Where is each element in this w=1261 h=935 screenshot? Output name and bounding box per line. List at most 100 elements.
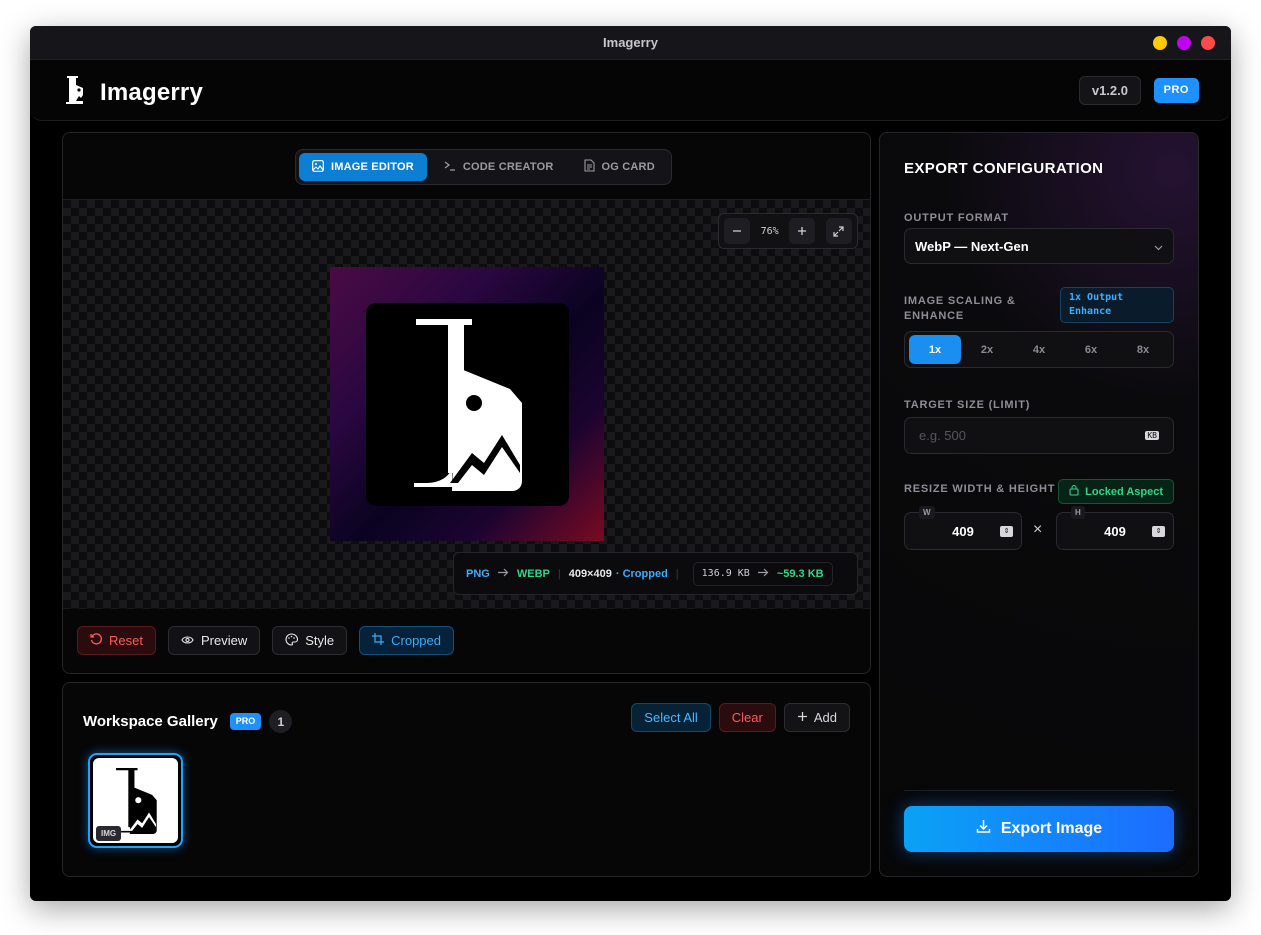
- arrow-right-icon: [497, 568, 509, 580]
- image-canvas[interactable]: 76% PNG WEBP | 409×409 · Cropped | 136.9…: [63, 199, 870, 609]
- source-format: PNG: [466, 567, 490, 580]
- gallery-actions: Select All Clear Add: [631, 703, 850, 732]
- export-image-button[interactable]: Export Image: [904, 806, 1174, 852]
- tab-og-card[interactable]: OG CARD: [571, 153, 668, 181]
- scaling-label: IMAGE SCALING & ENHANCE: [904, 295, 1016, 322]
- scale-option-1x[interactable]: 1x: [909, 335, 961, 364]
- width-stepper[interactable]: ⇕: [1000, 526, 1013, 537]
- locked-aspect-toggle[interactable]: Locked Aspect: [1058, 479, 1174, 504]
- gallery-title: Workspace Gallery: [83, 713, 218, 730]
- export-title: EXPORT CONFIGURATION: [904, 160, 1104, 177]
- height-stepper[interactable]: ⇕: [1152, 526, 1165, 537]
- editor-panel: IMAGE EDITOR CODE CREATOR OG CARD 76% PN…: [62, 132, 871, 674]
- locked-aspect-label: Locked Aspect: [1085, 485, 1163, 498]
- conversion-info: PNG WEBP | 409×409 · Cropped | 136.9 KB …: [453, 552, 858, 595]
- preview-label: Preview: [200, 633, 248, 648]
- logo-mark-icon: [114, 767, 157, 834]
- title-bar: Imagerry: [30, 26, 1231, 60]
- scale-option-4x[interactable]: 4x: [1013, 335, 1065, 364]
- zoom-out-button[interactable]: [724, 218, 750, 244]
- close-button[interactable]: [1201, 36, 1215, 50]
- crop-icon: [372, 633, 385, 648]
- plus-icon: [797, 710, 808, 725]
- height-value: 409: [1104, 523, 1126, 539]
- workspace-gallery: Workspace Gallery PRO 1 Select All Clear…: [62, 682, 871, 877]
- resize-label: RESIZE WIDTH & HEIGHT: [904, 483, 1056, 495]
- crop-button[interactable]: Cropped: [359, 626, 454, 655]
- divider: [904, 790, 1174, 791]
- editor-tabs: IMAGE EDITOR CODE CREATOR OG CARD: [295, 149, 672, 185]
- version-badge: v1.2.0: [1078, 76, 1141, 105]
- eye-icon: [181, 633, 194, 648]
- enhance-badge: 1x Output Enhance: [1060, 287, 1174, 323]
- clear-button[interactable]: Clear: [718, 703, 776, 732]
- gallery-header: Workspace Gallery PRO 1: [83, 710, 293, 733]
- app-header: Imagerry v1.2.0 PRO: [30, 60, 1231, 121]
- reset-button[interactable]: Reset: [77, 626, 156, 655]
- export-panel: EXPORT CONFIGURATION OUTPUT FORMAT WebP …: [879, 132, 1199, 877]
- original-size: 136.9 KB: [701, 568, 750, 579]
- add-button[interactable]: Add: [783, 703, 850, 732]
- zoom-in-button[interactable]: [789, 218, 816, 244]
- output-format-label: OUTPUT FORMAT: [904, 212, 1009, 224]
- target-format: WEBP: [516, 567, 550, 580]
- scale-option-2x[interactable]: 2x: [961, 335, 1013, 364]
- gallery-thumbnail[interactable]: IMG: [88, 753, 183, 848]
- add-label: Add: [813, 710, 837, 725]
- width-value: 409: [952, 523, 974, 539]
- thumbnail-tag: IMG: [96, 826, 122, 841]
- logo-mark-icon: [413, 318, 522, 491]
- chevron-down-icon: [1154, 239, 1163, 254]
- pro-badge[interactable]: PRO: [1153, 78, 1199, 103]
- brand: Imagerry: [64, 74, 203, 111]
- arrow-right-icon: [757, 568, 769, 580]
- app-name: Imagerry: [100, 78, 203, 106]
- select-all-button[interactable]: Select All: [631, 703, 711, 732]
- width-label: W: [919, 506, 935, 519]
- download-icon: [976, 819, 991, 839]
- scale-option-8x[interactable]: 8x: [1117, 335, 1169, 364]
- gallery-count: 1: [269, 710, 293, 733]
- file-size-comparison: 136.9 KB ~59.3 KB: [692, 561, 833, 586]
- maximize-button[interactable]: [1177, 36, 1191, 50]
- times-separator: ×: [1033, 521, 1043, 538]
- window-controls: [1153, 36, 1215, 50]
- output-format-select[interactable]: WebP — Next-Gen: [904, 228, 1174, 264]
- terminal-icon: [444, 160, 456, 174]
- output-format-value: WebP — Next-Gen: [915, 238, 1029, 254]
- palette-icon: [285, 632, 299, 649]
- gallery-pro-badge: PRO: [229, 713, 262, 730]
- target-size-label: TARGET SIZE (LIMIT): [904, 399, 1031, 411]
- editor-actions: Reset Preview Style Cropped: [77, 626, 454, 655]
- logo-preview: [366, 303, 569, 506]
- logo-icon: [64, 74, 86, 111]
- new-size: ~59.3 KB: [776, 567, 824, 580]
- fullscreen-button[interactable]: [825, 218, 852, 244]
- height-field[interactable]: H 409 ⇕: [1056, 506, 1174, 550]
- window-title: Imagerry: [603, 35, 658, 50]
- tab-label: CODE CREATOR: [462, 161, 554, 173]
- document-icon: [583, 159, 595, 175]
- crop-label: Cropped: [391, 633, 441, 648]
- target-unit: KB: [1145, 431, 1159, 440]
- reset-label: Reset: [109, 633, 143, 648]
- scale-option-6x[interactable]: 6x: [1065, 335, 1117, 364]
- style-label: Style: [305, 633, 335, 648]
- target-size-field: KB: [904, 417, 1174, 454]
- tab-label: IMAGE EDITOR: [331, 161, 414, 173]
- target-size-input[interactable]: [919, 428, 1119, 443]
- minimize-button[interactable]: [1153, 36, 1167, 50]
- tab-code-creator[interactable]: CODE CREATOR: [431, 153, 567, 181]
- export-label: Export Image: [1000, 820, 1103, 837]
- image-dimensions: 409×409: [568, 567, 612, 580]
- tab-label: OG CARD: [601, 161, 655, 173]
- height-label: H: [1071, 506, 1085, 519]
- preview-button[interactable]: Preview: [167, 626, 261, 655]
- app-window: Imagerry Imagerry v1.2.0 PRO IMAGE EDITO…: [30, 26, 1231, 901]
- reset-icon: [90, 633, 103, 648]
- zoom-controls: 76%: [718, 213, 858, 249]
- preview-image[interactable]: [330, 267, 604, 541]
- tab-image-editor[interactable]: IMAGE EDITOR: [299, 153, 427, 181]
- style-button[interactable]: Style: [272, 626, 348, 655]
- width-field[interactable]: W 409 ⇕: [904, 506, 1022, 550]
